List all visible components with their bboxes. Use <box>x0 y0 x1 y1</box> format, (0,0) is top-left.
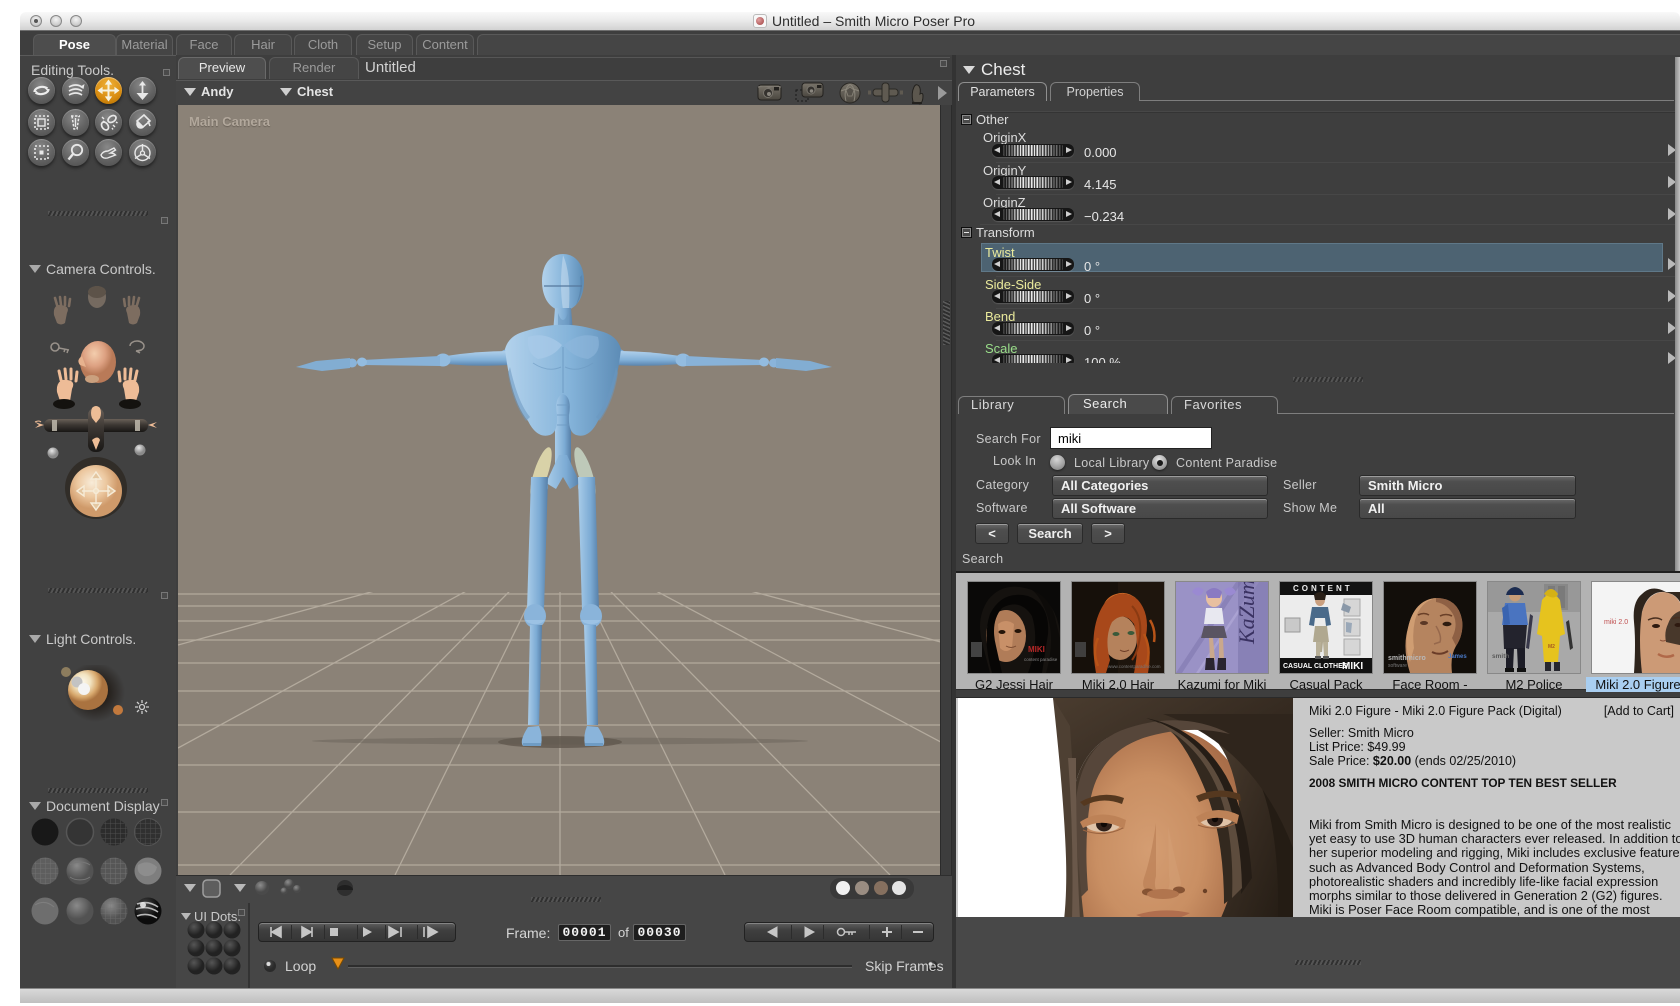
svg-text:smith: smith <box>1492 653 1509 660</box>
svg-text:CASUAL CLOTHES: CASUAL CLOTHES <box>1283 663 1348 670</box>
svg-text:M2: M2 <box>1548 644 1555 650</box>
svg-text:software: software <box>1388 663 1407 669</box>
svg-text:MIKI: MIKI <box>1028 645 1045 654</box>
svg-text:KaZumi: KaZumi <box>1234 582 1259 645</box>
svg-text:smithmicro: smithmicro <box>1388 655 1426 662</box>
svg-text:www.contentparadise.com: www.contentparadise.com <box>1108 664 1161 669</box>
svg-text:content paradise: content paradise <box>1024 657 1058 662</box>
svg-text:miki 2.0: miki 2.0 <box>1604 619 1628 626</box>
svg-text:CONTENT: CONTENT <box>1293 584 1353 593</box>
svg-text:James: James <box>1448 654 1467 660</box>
svg-text:MIKI: MIKI <box>1342 661 1363 672</box>
